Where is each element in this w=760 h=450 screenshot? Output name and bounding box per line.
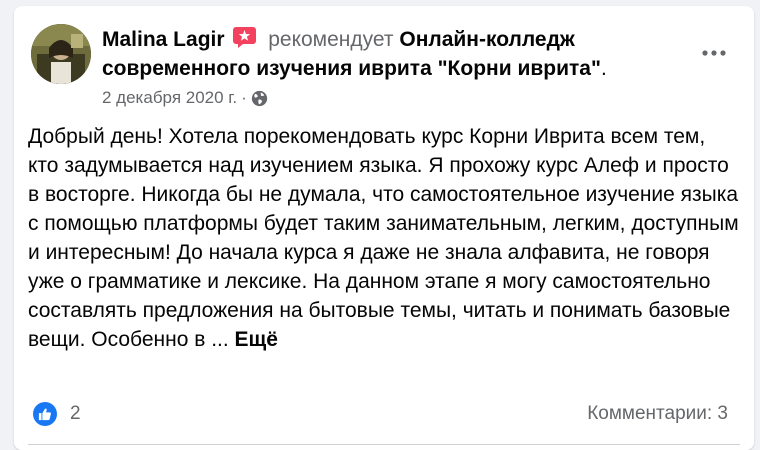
recommend-icon xyxy=(233,27,257,48)
post-date[interactable]: 2 декабря 2020 г. xyxy=(102,87,237,109)
post-body-text: Добрый день! Хотела порекомендовать курс… xyxy=(28,125,739,351)
post-header: Malina Lagir рекомендует Онлайн-колледж … xyxy=(102,25,662,83)
footer-divider xyxy=(28,444,740,445)
like-reaction-badge[interactable] xyxy=(33,402,57,426)
more-options-button[interactable] xyxy=(700,39,728,67)
author-name[interactable]: Malina Lagir xyxy=(102,28,225,51)
meta-separator: · xyxy=(241,88,247,107)
post-body: Добрый день! Хотела порекомендовать курс… xyxy=(28,122,740,354)
recommends-text: рекомендует xyxy=(268,28,394,51)
avatar[interactable] xyxy=(31,24,91,84)
header-punct: . xyxy=(600,57,607,80)
comments-count[interactable]: Комментарии: 3 xyxy=(587,403,728,425)
reaction-count[interactable]: 2 xyxy=(70,403,81,425)
see-more-link[interactable]: Ещё xyxy=(235,328,278,351)
globe-icon[interactable] xyxy=(251,90,268,107)
post-card: Malina Lagir рекомендует Онлайн-колледж … xyxy=(14,6,754,450)
post-footer: 2 Комментарии: 3 xyxy=(14,396,754,432)
thumbs-up-icon xyxy=(38,408,51,421)
post-meta: 2 декабря 2020 г. · xyxy=(102,87,268,109)
more-horizontal-icon xyxy=(702,50,726,56)
